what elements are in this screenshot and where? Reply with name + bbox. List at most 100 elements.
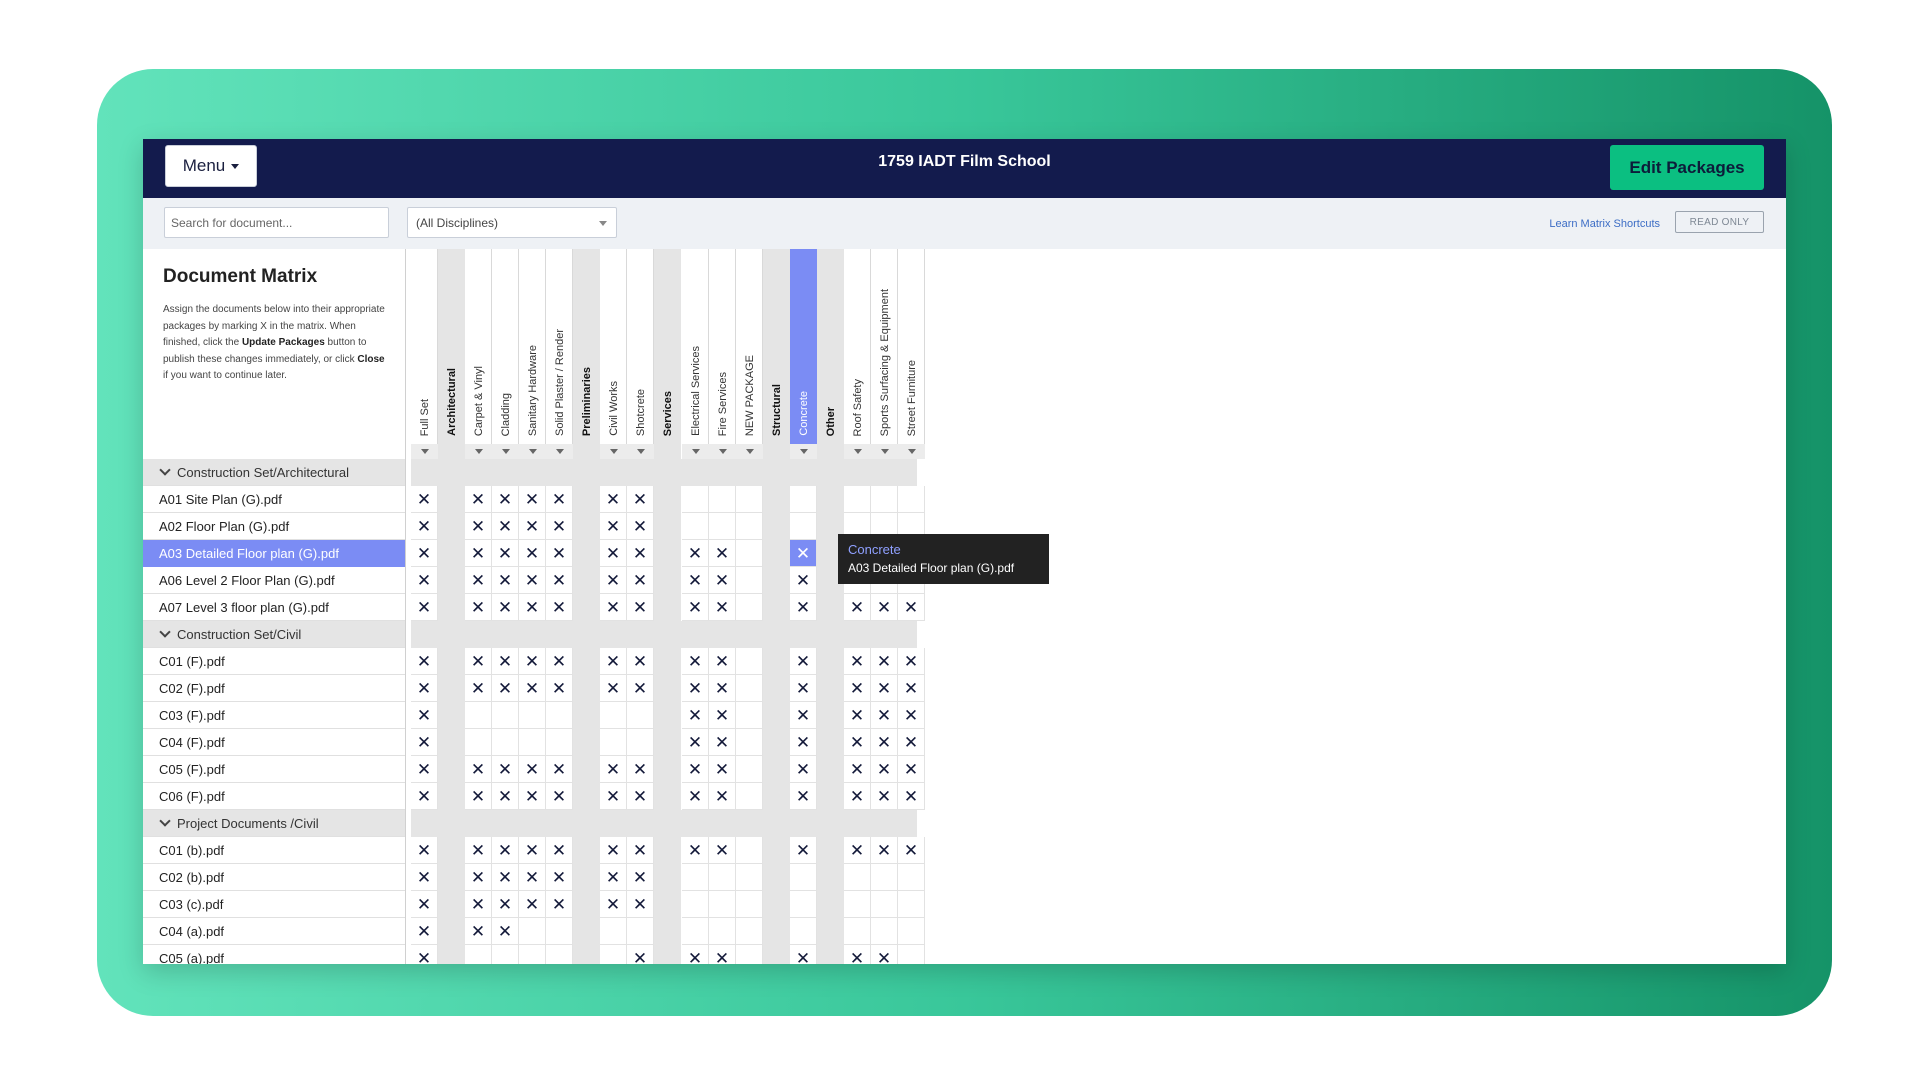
matrix-cell-marked[interactable]: ✕ [898, 675, 925, 702]
matrix-cell-empty[interactable] [709, 891, 736, 918]
discipline-select[interactable]: (All Disciplines) [407, 207, 617, 238]
matrix-cell-marked[interactable]: ✕ [411, 648, 438, 675]
matrix-cell-empty[interactable] [736, 891, 763, 918]
matrix-cell-marked[interactable]: ✕ [465, 675, 492, 702]
column-filter-fire-services[interactable] [709, 444, 736, 459]
matrix-cell-marked[interactable]: ✕ [682, 945, 709, 964]
matrix-cell-marked[interactable]: ✕ [546, 783, 573, 810]
matrix-cell-marked[interactable]: ✕ [871, 729, 898, 756]
matrix-cell-marked[interactable]: ✕ [492, 864, 519, 891]
matrix-cell-empty[interactable] [465, 729, 492, 756]
column-header-services[interactable]: Services [654, 249, 681, 444]
matrix-cell-empty[interactable] [898, 891, 925, 918]
matrix-cell-marked[interactable]: ✕ [790, 702, 817, 729]
column-header-roof-safety[interactable]: Roof Safety [844, 249, 871, 444]
column-filter-concrete[interactable] [790, 444, 817, 459]
matrix-cell-empty[interactable] [546, 918, 573, 945]
matrix-cell-marked[interactable]: ✕ [465, 567, 492, 594]
matrix-cell-empty[interactable] [627, 729, 654, 756]
matrix-cell-empty[interactable] [709, 864, 736, 891]
matrix-cell-empty[interactable] [790, 918, 817, 945]
document-row[interactable]: C03 (F).pdf [143, 702, 405, 729]
document-row[interactable]: C05 (F).pdf [143, 756, 405, 783]
matrix-cell-marked[interactable]: ✕ [600, 891, 627, 918]
matrix-cell-empty[interactable] [600, 702, 627, 729]
matrix-cell-marked[interactable]: ✕ [790, 783, 817, 810]
matrix-cell-marked[interactable]: ✕ [411, 567, 438, 594]
matrix-cell-marked[interactable]: ✕ [519, 567, 546, 594]
matrix-cell-marked[interactable]: ✕ [492, 648, 519, 675]
matrix-cell-empty[interactable] [844, 891, 871, 918]
column-filter-sanitary-hardware[interactable] [519, 444, 546, 459]
matrix-cell-empty[interactable] [898, 918, 925, 945]
matrix-cell-marked[interactable]: ✕ [682, 837, 709, 864]
matrix-cell-marked[interactable]: ✕ [465, 594, 492, 621]
matrix-cell-marked[interactable]: ✕ [411, 513, 438, 540]
column-header-other[interactable]: Other [817, 249, 844, 444]
matrix-cell-marked[interactable]: ✕ [898, 648, 925, 675]
matrix-cell-marked[interactable]: ✕ [546, 837, 573, 864]
document-row[interactable]: C01 (b).pdf [143, 837, 405, 864]
matrix-cell-empty[interactable] [492, 729, 519, 756]
matrix-cell-marked[interactable]: ✕ [871, 783, 898, 810]
matrix-cell-marked[interactable]: ✕ [844, 675, 871, 702]
matrix-cell-empty[interactable] [844, 918, 871, 945]
matrix-cell-marked[interactable]: ✕ [898, 783, 925, 810]
matrix-cell-marked[interactable]: ✕ [627, 594, 654, 621]
matrix-cell-empty[interactable] [519, 702, 546, 729]
document-row[interactable]: A07 Level 3 floor plan (G).pdf [143, 594, 405, 621]
matrix-cell-empty[interactable] [546, 729, 573, 756]
matrix-cell-empty[interactable] [736, 567, 763, 594]
matrix-cell-empty[interactable] [627, 918, 654, 945]
matrix-cell-marked[interactable]: ✕ [411, 945, 438, 964]
matrix-cell-empty[interactable] [736, 837, 763, 864]
matrix-cell-empty[interactable] [736, 702, 763, 729]
column-header-sanitary-hardware[interactable]: Sanitary Hardware [519, 249, 546, 444]
matrix-cell-marked[interactable]: ✕ [600, 648, 627, 675]
matrix-cell-marked[interactable]: ✕ [465, 513, 492, 540]
matrix-cell-marked[interactable]: ✕ [844, 756, 871, 783]
matrix-cell-empty[interactable] [546, 702, 573, 729]
matrix-cell-marked[interactable]: ✕ [871, 594, 898, 621]
matrix-cell-empty[interactable] [790, 864, 817, 891]
matrix-cell-empty[interactable] [871, 918, 898, 945]
matrix-cell-empty[interactable] [736, 594, 763, 621]
matrix-cell-empty[interactable] [790, 486, 817, 513]
matrix-cell-empty[interactable] [465, 945, 492, 964]
column-filter-solid-plaster-render[interactable] [546, 444, 573, 459]
matrix-cell-empty[interactable] [492, 945, 519, 964]
column-filter-shotcrete[interactable] [627, 444, 654, 459]
document-row[interactable]: A06 Level 2 Floor Plan (G).pdf [143, 567, 405, 594]
matrix-cell-marked[interactable]: ✕ [898, 837, 925, 864]
column-filter-civil-works[interactable] [600, 444, 627, 459]
matrix-cell-marked[interactable]: ✕ [519, 594, 546, 621]
matrix-cell-empty[interactable] [736, 945, 763, 964]
matrix-cell-empty[interactable] [736, 918, 763, 945]
matrix-cell-marked[interactable]: ✕ [546, 675, 573, 702]
matrix-cell-marked[interactable]: ✕ [492, 891, 519, 918]
matrix-cell-marked[interactable]: ✕ [600, 567, 627, 594]
matrix-cell-empty[interactable] [844, 864, 871, 891]
matrix-cell-marked[interactable]: ✕ [411, 594, 438, 621]
edit-packages-button[interactable]: Edit Packages [1610, 145, 1764, 190]
matrix-cell-marked[interactable]: ✕ [627, 486, 654, 513]
matrix-cell-empty[interactable] [600, 945, 627, 964]
matrix-cell-empty[interactable] [682, 864, 709, 891]
matrix-cell-marked[interactable]: ✕ [627, 756, 654, 783]
column-header-shotcrete[interactable]: Shotcrete [627, 249, 654, 444]
matrix-cell-marked[interactable]: ✕ [492, 567, 519, 594]
matrix-cell-marked[interactable]: ✕ [492, 540, 519, 567]
column-header-sports-surfacing-equipment[interactable]: Sports Surfacing & Equipment [871, 249, 898, 444]
matrix-cell-empty[interactable] [871, 864, 898, 891]
matrix-cell-marked[interactable]: ✕ [844, 702, 871, 729]
matrix-cell-marked[interactable]: ✕ [844, 783, 871, 810]
matrix-cell-marked[interactable]: ✕ [465, 864, 492, 891]
matrix-cell-marked[interactable]: ✕ [492, 675, 519, 702]
matrix-cell-marked[interactable]: ✕ [682, 756, 709, 783]
section-header-project-documents-civil[interactable]: Project Documents /Civil [143, 810, 405, 837]
matrix-cell-marked[interactable]: ✕ [871, 945, 898, 964]
matrix-cell-marked[interactable]: ✕ [709, 729, 736, 756]
matrix-cell-marked[interactable]: ✕ [411, 756, 438, 783]
matrix-cell-marked[interactable]: ✕ [871, 675, 898, 702]
matrix-cell-marked[interactable]: ✕ [492, 756, 519, 783]
